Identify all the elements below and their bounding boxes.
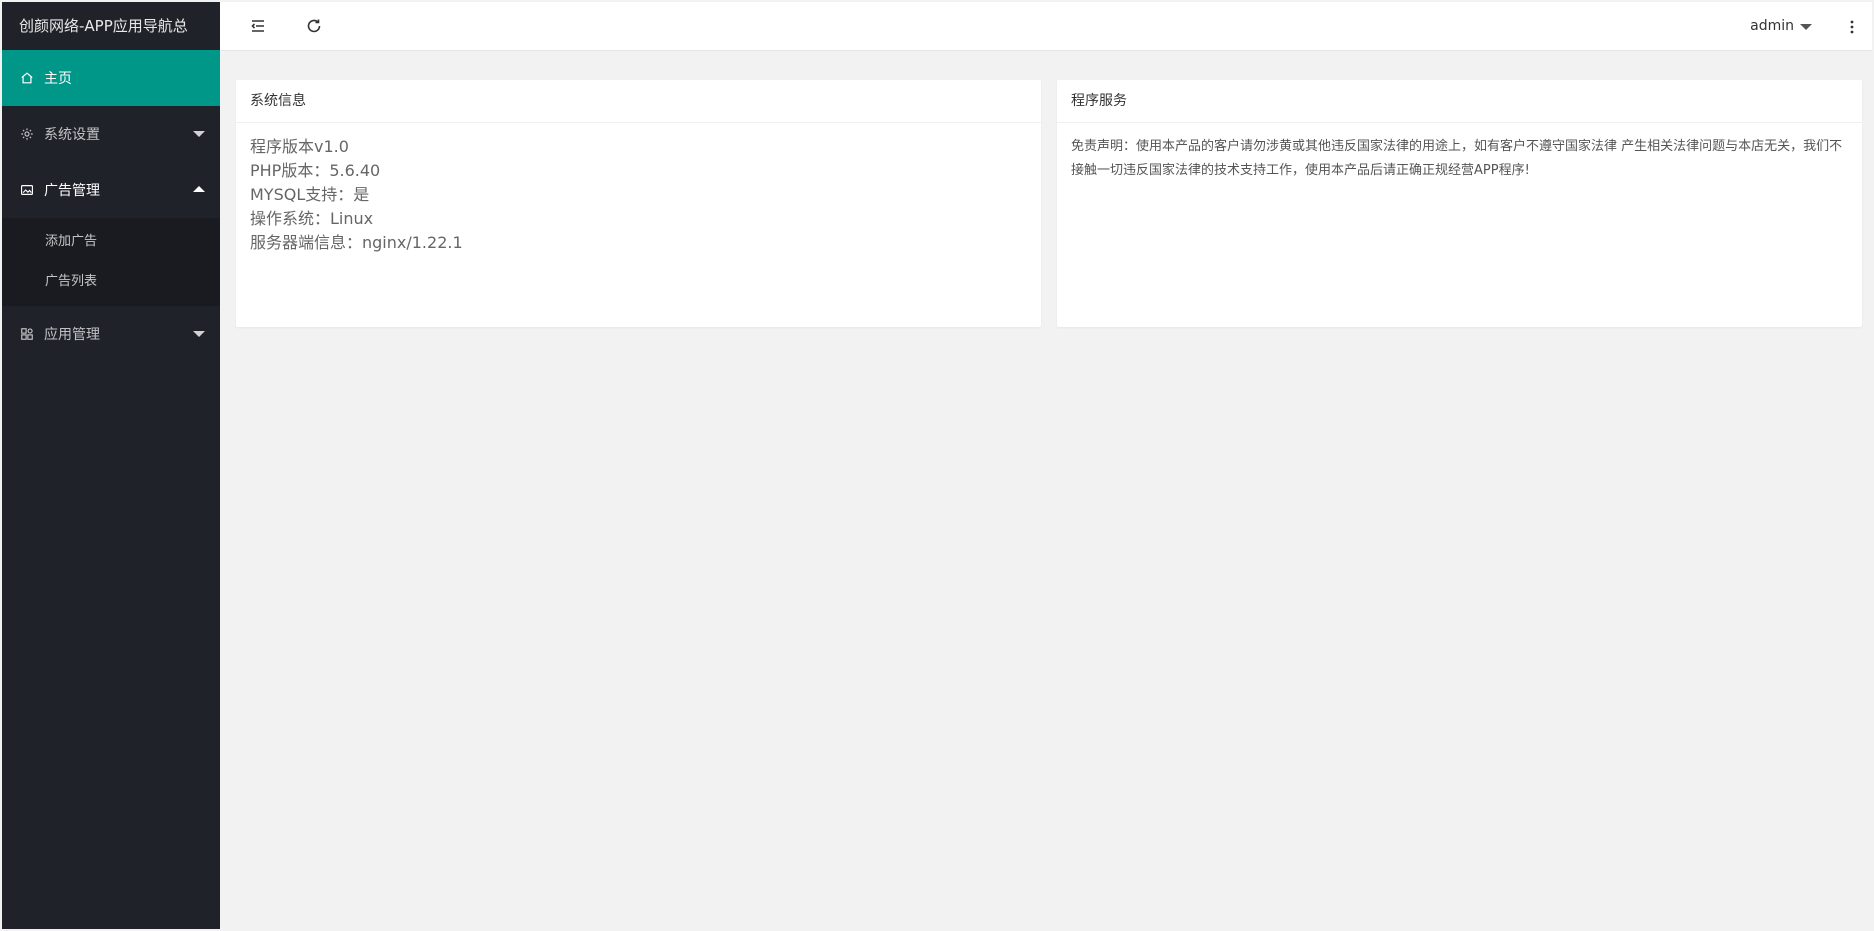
sidebar: 创颜网络-APP应用导航总 主页 系统设置 广告管理 添加广告 广告列表 应用管… [2,2,220,929]
sidebar-subitem-add-ad[interactable]: 添加广告 [2,222,220,262]
sidebar-item-system-settings[interactable]: 系统设置 [2,106,220,162]
home-icon [20,71,34,85]
menu-collapse-icon [251,20,264,32]
disclaimer-text: 免责声明：使用本产品的客户请勿涉黄或其他违反国家法律的用途上，如有客户不遵守国家… [1071,139,1843,178]
sidebar-item-ad-management[interactable]: 广告管理 [2,162,220,218]
refresh-button[interactable] [302,14,326,38]
chevron-down-icon [193,331,205,337]
sidebar-subitem-ad-list[interactable]: 广告列表 [2,262,220,302]
image-icon [20,183,34,197]
more-options-button[interactable] [1840,15,1864,39]
sidebar-item-label: 应用管理 [44,327,100,343]
sidebar-item-app-management[interactable]: 应用管理 [2,306,220,362]
operating-system: 操作系统：Linux [250,209,374,228]
card-title: 系统信息 [236,80,1041,123]
server-info: 服务器端信息：nginx/1.22.1 [250,233,463,252]
sidebar-item-label: 广告管理 [44,183,100,199]
refresh-icon [307,19,321,33]
ad-management-submenu: 添加广告 广告列表 [2,218,220,306]
collapse-sidebar-button[interactable] [246,14,270,38]
program-version: 程序版本v1.0 [250,137,349,156]
sidebar-item-label: 主页 [44,71,72,87]
chevron-down-icon [1800,23,1812,30]
sidebar-item-label: 系统设置 [44,127,100,143]
username: admin [1750,18,1794,34]
more-vertical-icon [1850,20,1854,34]
sidebar-item-home[interactable]: 主页 [2,50,220,106]
mysql-support: MYSQL支持：是 [250,185,370,204]
user-menu[interactable]: admin [1750,2,1812,51]
apps-icon [20,327,34,341]
php-version: PHP版本：5.6.40 [250,161,381,180]
chevron-down-icon [193,131,205,137]
system-info-card: 系统信息 程序版本v1.0 PHP版本：5.6.40 MYSQL支持：是 操作系… [236,80,1041,327]
app-logo: 创颜网络-APP应用导航总 [2,2,220,50]
top-header: admin [220,2,1872,51]
gear-icon [20,127,34,141]
program-service-card: 程序服务 免责声明：使用本产品的客户请勿涉黄或其他违反国家法律的用途上，如有客户… [1057,80,1862,327]
card-title: 程序服务 [1057,80,1862,123]
chevron-up-icon [193,186,205,192]
